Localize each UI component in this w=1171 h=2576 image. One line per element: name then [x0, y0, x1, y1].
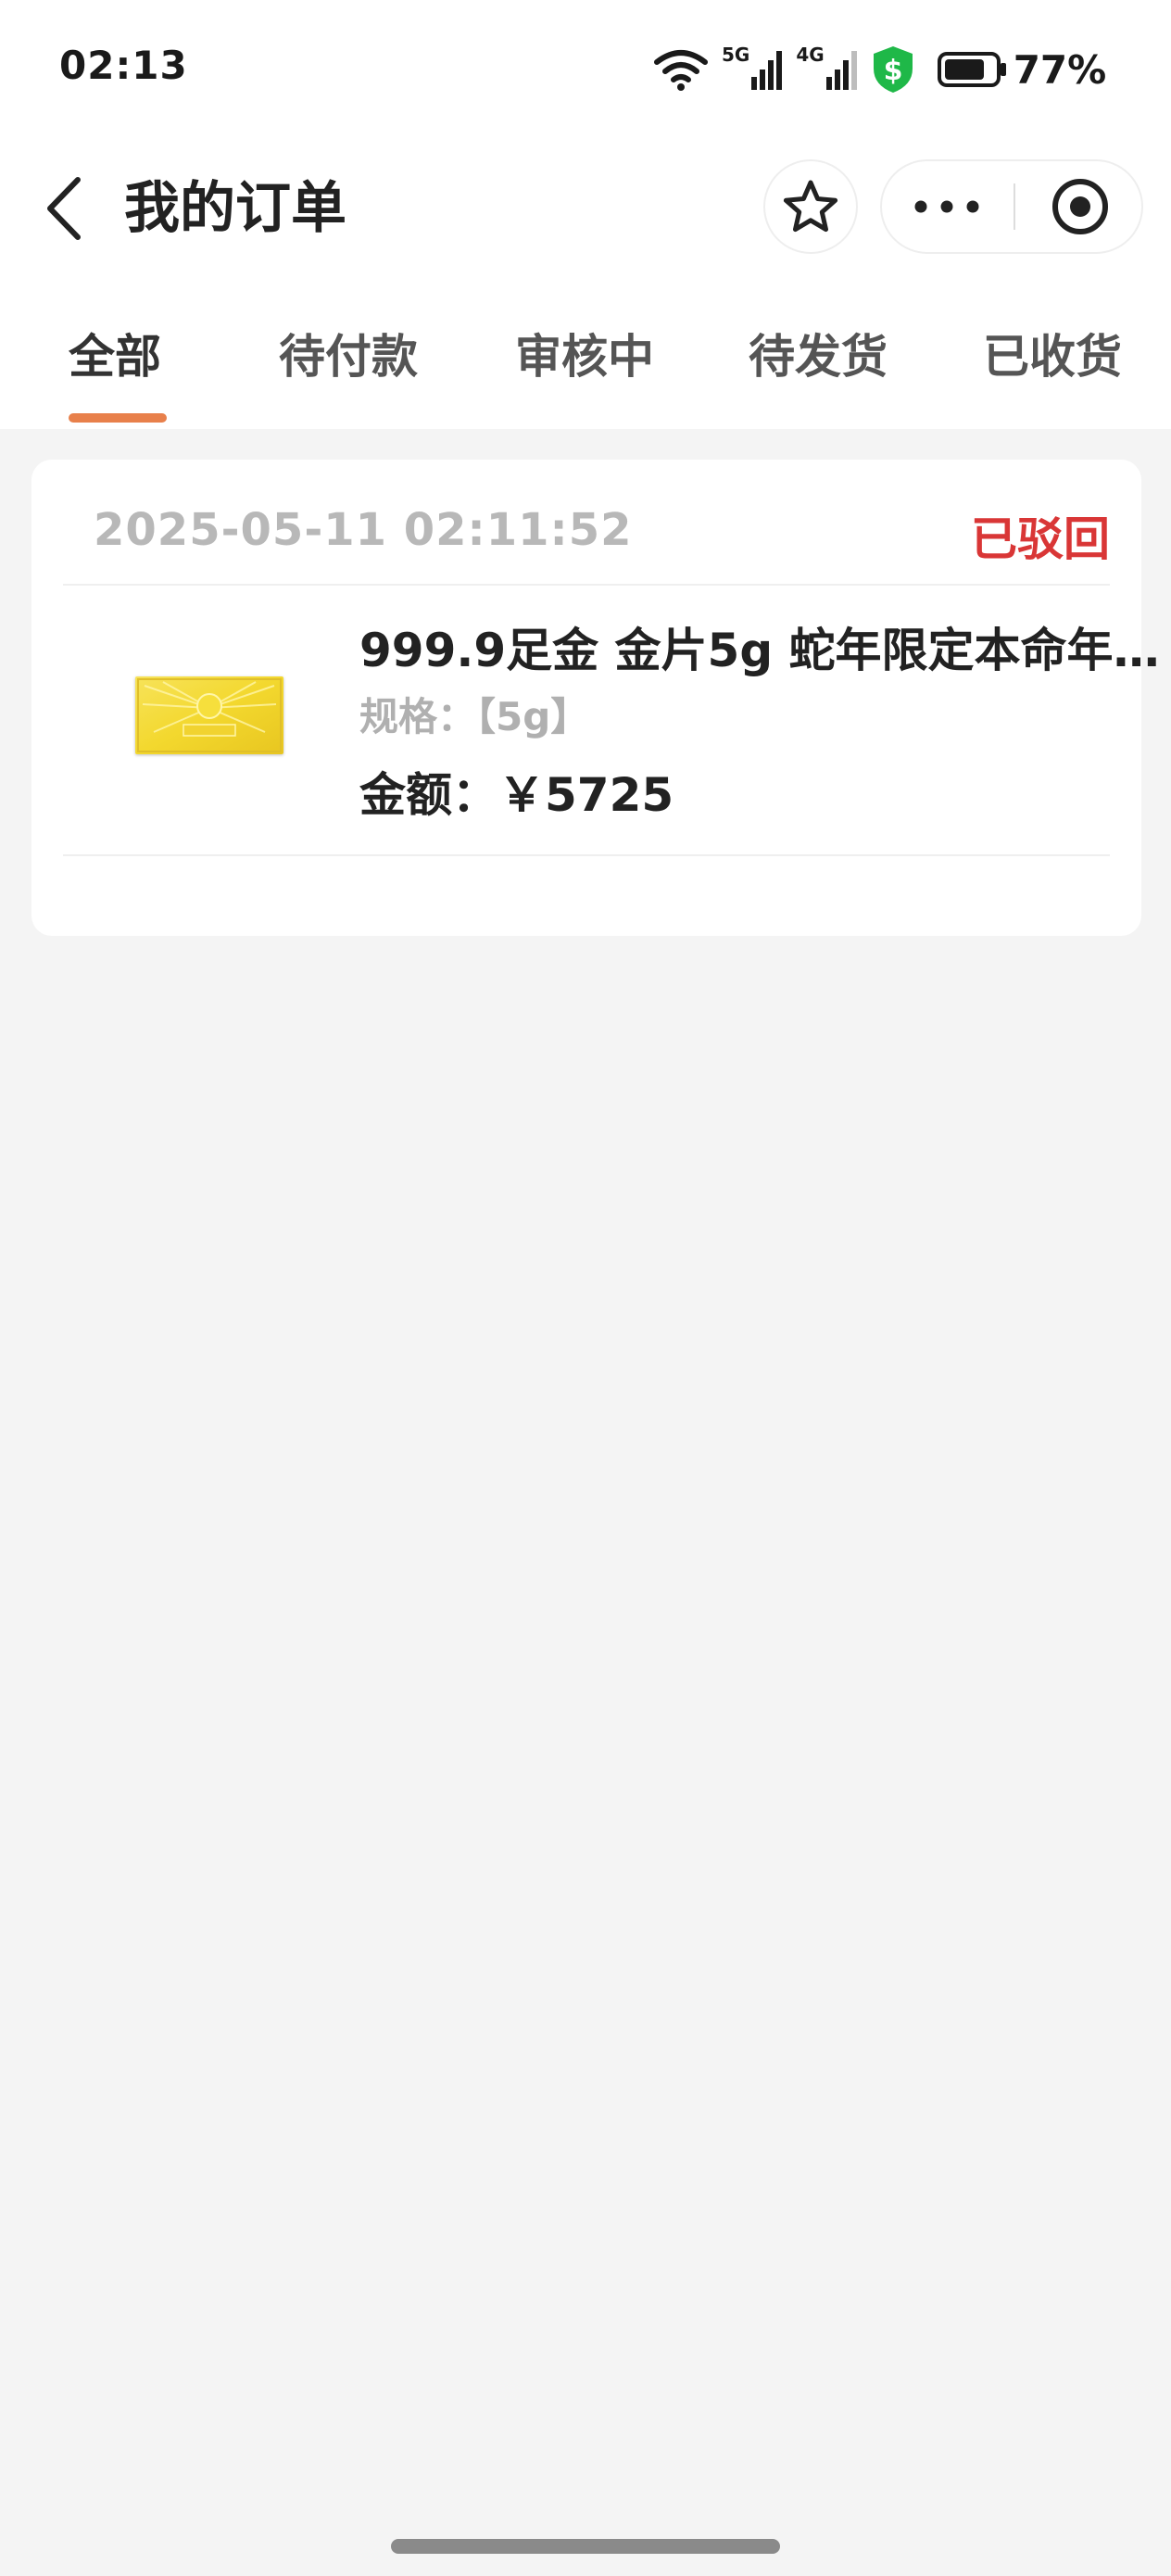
back-button[interactable]: [37, 167, 93, 250]
active-tab-indicator: [69, 413, 167, 423]
miniapp-capsule: [880, 159, 1143, 254]
signal-5g-icon: 5G: [722, 44, 783, 90]
close-target-icon: [1052, 179, 1108, 234]
back-chevron-icon: [47, 177, 81, 240]
order-amount: 金额：￥5725: [359, 768, 674, 822]
gold-bar-image: [135, 676, 283, 754]
tab-all[interactable]: 全部: [69, 324, 161, 389]
home-indicator[interactable]: [391, 2539, 780, 2554]
tab-pending-shipment[interactable]: 待发货: [749, 324, 888, 389]
battery-icon: 77%: [937, 46, 1107, 93]
order-card[interactable]: 2025-05-11 02:11:52 已驳回 999.9足金 金片5g 蛇年限…: [31, 460, 1171, 936]
status-icons: 5G 4G $ 77%: [653, 37, 1119, 102]
order-time: 2025-05-11 02:11:52: [94, 504, 633, 556]
product-spec: 规格：【5g】: [359, 694, 590, 739]
tab-received[interactable]: 已收货: [983, 324, 1122, 389]
more-dots-icon: [914, 200, 979, 213]
signal-4g-icon: 4G: [796, 44, 857, 90]
shield-dollar-icon: $: [871, 44, 915, 95]
card-divider-bottom: [63, 854, 1110, 856]
net-5g-label: 5G: [722, 44, 750, 66]
order-status-badge: 已驳回: [971, 512, 1110, 566]
close-button[interactable]: [1017, 161, 1143, 252]
tab-under-review[interactable]: 审核中: [515, 324, 654, 389]
status-time: 02:13: [59, 43, 188, 88]
favorite-button[interactable]: [763, 159, 858, 254]
card-divider-top: [63, 584, 1110, 586]
battery-percent: 77%: [1013, 46, 1107, 93]
product-thumbnail[interactable]: [135, 676, 283, 754]
star-icon: [783, 180, 838, 233]
page-title: 我的订单: [124, 176, 346, 241]
wifi-icon: [653, 47, 709, 92]
product-name: 999.9足金 金片5g 蛇年限定本命年金片: [359, 624, 1171, 677]
more-button[interactable]: [882, 161, 1012, 252]
tab-pending-payment[interactable]: 待付款: [279, 324, 418, 389]
capsule-divider: [1014, 183, 1015, 230]
net-4g-label: 4G: [796, 44, 825, 66]
svg-text:$: $: [883, 55, 902, 87]
